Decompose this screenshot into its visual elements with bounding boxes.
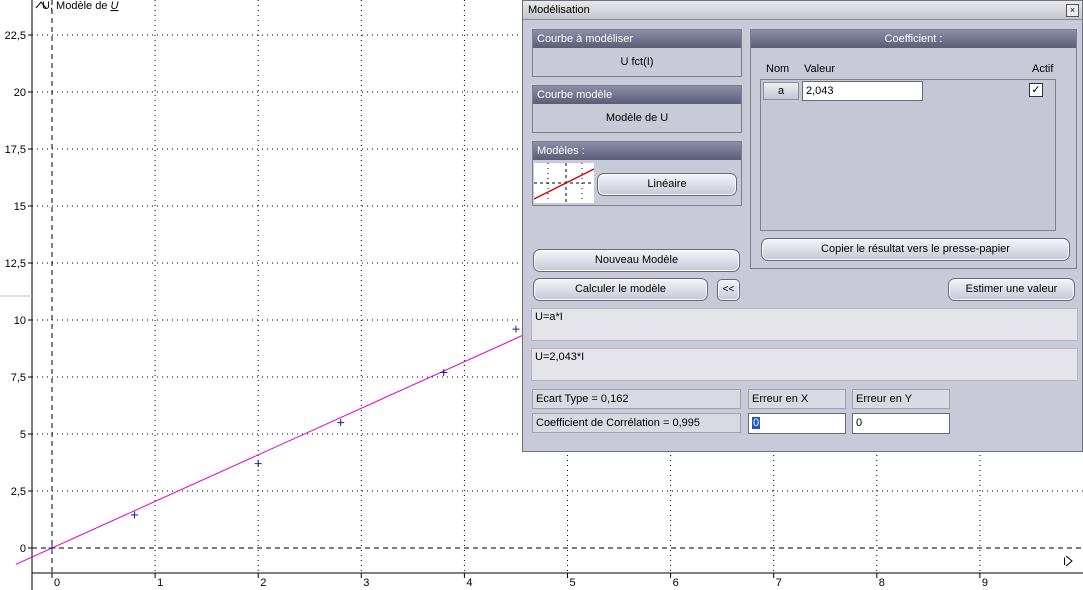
error-y-input[interactable]: 0 [852,413,950,434]
y-axis-title: U, Modèle de U [42,0,118,12]
error-x-input[interactable]: 0 [748,413,846,434]
std-dev-field: Ecart Type = 0,162 [532,389,741,409]
model-curve-header: Courbe modèle [533,86,741,104]
y-tick-label: 10 [14,315,26,327]
col-value-header: Valeur [804,63,835,75]
coefficient-panel: Coefficient : Nom Valeur Actif a 2,043 ✓… [750,29,1077,269]
linear-button[interactable]: Linéaire [597,173,737,196]
result-box[interactable]: U=2,043*I [531,348,1078,381]
curve-to-model-panel: Courbe à modéliser U fct(I) [532,29,742,77]
y-tick-label: 22,5 [5,30,26,42]
equation-box[interactable]: U=a*I [531,308,1078,341]
x-tick-label: 1 [157,577,163,589]
y-tick-label: 15 [14,201,26,213]
models-header: Modèles : [533,142,741,160]
x-axis-title: I [1063,556,1066,568]
curve-to-model-value[interactable]: U fct(I) [533,48,741,76]
x-tick-label: 7 [776,577,782,589]
y-tick-label: 17,5 [5,144,26,156]
y-tick-label: 12,5 [5,258,26,270]
linear-model-icon[interactable] [534,163,594,203]
coefficient-header: Coefficient : [751,30,1076,48]
modelisation-dialog: Modélisation × Courbe à modéliser U fct(… [522,0,1083,452]
x-tick-label: 9 [982,577,988,589]
data-point [254,460,262,468]
col-active-header: Actif [1032,63,1054,75]
active-checkbox[interactable]: ✓ [1029,83,1043,97]
x-axis-arrow-icon [1065,555,1073,567]
x-tick-label: 6 [673,577,679,589]
data-point [130,511,138,519]
error-x-label: Erreur en X [748,389,846,409]
x-tick-label: 4 [466,577,472,589]
y-tick-label: 7,5 [11,372,26,384]
coef-value-input[interactable]: 2,043 [802,81,923,101]
x-tick-label: 2 [260,577,266,589]
estimate-value-button[interactable]: Estimer une valeur [948,278,1075,301]
model-line [15,314,568,565]
coefficient-table: a 2,043 ✓ [760,79,1056,231]
dialog-title: Modélisation [528,4,590,16]
x-tick-label: 3 [363,577,369,589]
data-point [512,325,520,333]
coef-name-cell: a [763,82,799,100]
col-name-header: Nom [766,63,790,75]
y-tick-labels: 0 2,5 5 7,5 10 12,5 15 17,5 20 22,5 [5,30,32,555]
copy-result-button[interactable]: Copier le résultat vers le presse-papier [761,238,1070,261]
data-point [48,544,56,552]
models-panel: Modèles : Linéaire [532,141,742,206]
model-curve-panel: Courbe modèle Modèle de U [532,85,742,133]
compute-model-button[interactable]: Calculer le modèle [533,278,708,301]
close-icon[interactable]: × [1066,4,1079,17]
model-curve-value[interactable]: Modèle de U [533,104,741,132]
y-tick-label: 5 [20,429,26,441]
y-tick-label: 0 [20,543,26,555]
curve-to-model-header: Courbe à modéliser [533,30,741,48]
y-tick-label: 2,5 [11,486,26,498]
error-y-label: Erreur en Y [852,389,950,409]
x-tick-label: 8 [879,577,885,589]
collapse-button[interactable]: << [717,279,740,301]
dialog-titlebar[interactable]: Modélisation × [523,1,1082,20]
x-tick-label: 5 [570,577,576,589]
data-point [337,419,345,427]
new-model-button[interactable]: Nouveau Modèle [533,249,740,272]
x-tick-label: 0 [54,577,60,589]
y-tick-label: 20 [14,87,26,99]
correlation-field: Coefficient de Corrélation = 0,995 [532,413,741,433]
x-tick-labels: 0 1 2 3 4 5 6 7 8 9 [51,573,988,589]
